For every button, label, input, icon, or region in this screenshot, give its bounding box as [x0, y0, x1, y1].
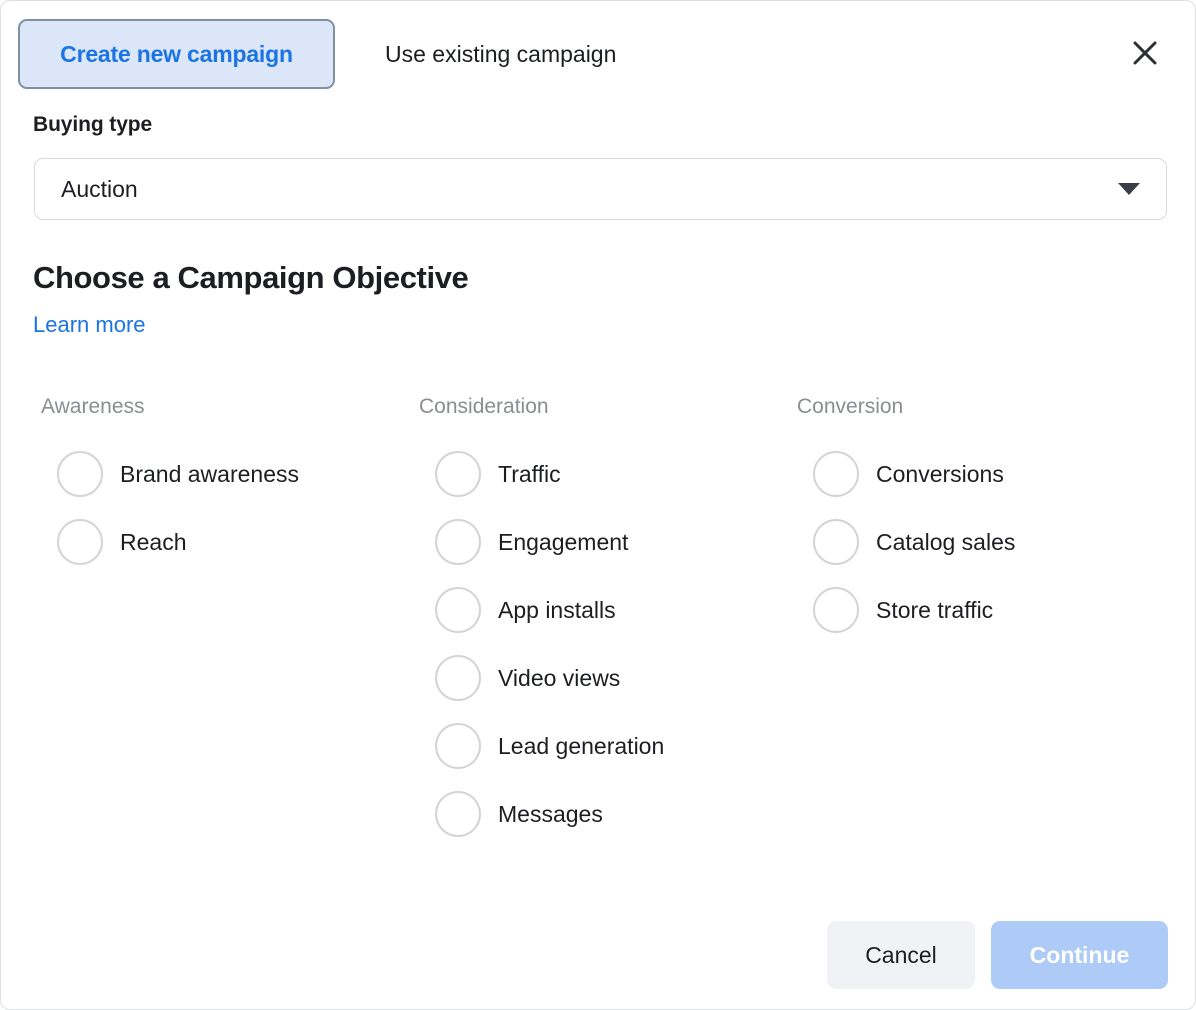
objective-column-consideration: Consideration Traffic Engagement App ins…: [419, 394, 779, 848]
radio-icon[interactable]: [813, 451, 859, 497]
radio-icon[interactable]: [813, 519, 859, 565]
option-label: Reach: [120, 529, 186, 556]
column-header-awareness: Awareness: [41, 394, 401, 420]
radio-icon[interactable]: [57, 451, 103, 497]
option-label: Store traffic: [876, 597, 993, 624]
close-icon: [1130, 38, 1160, 68]
option-store-traffic[interactable]: Store traffic: [797, 576, 1157, 644]
option-label: Brand awareness: [120, 461, 299, 488]
option-label: App installs: [498, 597, 616, 624]
option-label: Traffic: [498, 461, 561, 488]
column-header-consideration: Consideration: [419, 394, 779, 420]
radio-icon[interactable]: [435, 451, 481, 497]
cancel-button[interactable]: Cancel: [827, 921, 975, 989]
option-conversions[interactable]: Conversions: [797, 440, 1157, 508]
buying-type-selected-value: Auction: [61, 176, 138, 203]
option-messages[interactable]: Messages: [419, 780, 779, 848]
option-label: Engagement: [498, 529, 628, 556]
learn-more-link[interactable]: Learn more: [33, 312, 146, 338]
dialog-footer: Cancel Continue: [1, 921, 1196, 1010]
radio-icon[interactable]: [57, 519, 103, 565]
tab-create-new-campaign[interactable]: Create new campaign: [18, 19, 335, 89]
dialog-header: Create new campaign Use existing campaig…: [1, 1, 1196, 105]
page-title: Choose a Campaign Objective: [33, 260, 468, 296]
option-lead-generation[interactable]: Lead generation: [419, 712, 779, 780]
tab-use-existing-campaign[interactable]: Use existing campaign: [379, 19, 622, 89]
option-label: Messages: [498, 801, 603, 828]
option-traffic[interactable]: Traffic: [419, 440, 779, 508]
option-label: Video views: [498, 665, 620, 692]
option-video-views[interactable]: Video views: [419, 644, 779, 712]
chevron-down-icon: [1118, 183, 1140, 195]
option-label: Lead generation: [498, 733, 664, 760]
option-engagement[interactable]: Engagement: [419, 508, 779, 576]
close-button[interactable]: [1123, 31, 1167, 75]
option-app-installs[interactable]: App installs: [419, 576, 779, 644]
radio-icon[interactable]: [813, 587, 859, 633]
radio-icon[interactable]: [435, 791, 481, 837]
option-reach[interactable]: Reach: [41, 508, 401, 576]
create-campaign-dialog: Create new campaign Use existing campaig…: [0, 0, 1196, 1010]
option-catalog-sales[interactable]: Catalog sales: [797, 508, 1157, 576]
radio-icon[interactable]: [435, 723, 481, 769]
buying-type-select[interactable]: Auction: [34, 158, 1167, 220]
option-label: Catalog sales: [876, 529, 1015, 556]
option-label: Conversions: [876, 461, 1004, 488]
radio-icon[interactable]: [435, 519, 481, 565]
objective-column-conversion: Conversion Conversions Catalog sales Sto…: [797, 394, 1157, 644]
radio-icon[interactable]: [435, 587, 481, 633]
objective-column-awareness: Awareness Brand awareness Reach: [41, 394, 401, 576]
radio-icon[interactable]: [435, 655, 481, 701]
buying-type-label: Buying type: [33, 113, 152, 137]
continue-button[interactable]: Continue: [991, 921, 1168, 989]
column-header-conversion: Conversion: [797, 394, 1157, 420]
option-brand-awareness[interactable]: Brand awareness: [41, 440, 401, 508]
